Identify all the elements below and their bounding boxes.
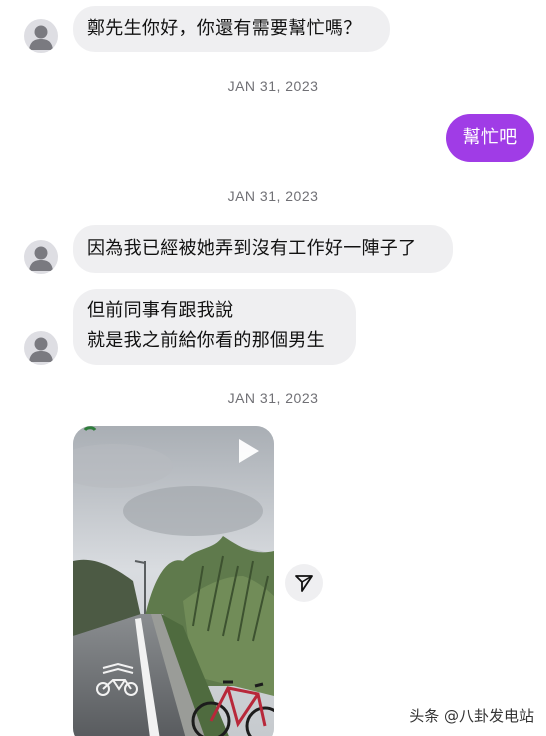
incoming-message[interactable]: 鄭先生你好，你還有需要幫忙嗎？ bbox=[73, 6, 390, 52]
message-line: 但前同事有跟我說 bbox=[87, 300, 234, 321]
incoming-message[interactable]: 因為我已經被她弄到沒有工作好一陣子了 bbox=[73, 225, 453, 273]
incoming-message[interactable]: 但前同事有跟我說 就是我之前給你看的那個男生 bbox=[73, 289, 356, 365]
avatar[interactable] bbox=[24, 331, 58, 365]
date-separator: JAN 31, 2023 bbox=[227, 390, 319, 406]
share-button[interactable] bbox=[285, 564, 323, 602]
message-text: 因為我已經被她弄到沒有工作好一陣子了 bbox=[87, 238, 417, 259]
play-icon[interactable] bbox=[233, 436, 263, 466]
date-separator: JAN 31, 2023 bbox=[227, 188, 319, 204]
message-text: 幫忙吧 bbox=[462, 127, 518, 148]
default-avatar-icon bbox=[29, 246, 53, 271]
message-text: 鄭先生你好，你還有需要幫忙嗎？ bbox=[87, 18, 362, 39]
avatar[interactable] bbox=[24, 240, 58, 274]
date-separator: JAN 31, 2023 bbox=[227, 78, 319, 94]
avatar[interactable] bbox=[24, 19, 58, 53]
outgoing-message[interactable]: 幫忙吧 bbox=[446, 114, 534, 162]
watermark: 头条 @八卦发电站 bbox=[409, 707, 534, 725]
message-line: 就是我之前給你看的那個男生 bbox=[87, 330, 325, 351]
default-avatar-icon bbox=[29, 25, 53, 50]
video-thumbnail bbox=[73, 426, 274, 736]
send-icon bbox=[295, 575, 313, 592]
default-avatar-icon bbox=[29, 337, 53, 362]
shared-video[interactable] bbox=[73, 426, 274, 736]
